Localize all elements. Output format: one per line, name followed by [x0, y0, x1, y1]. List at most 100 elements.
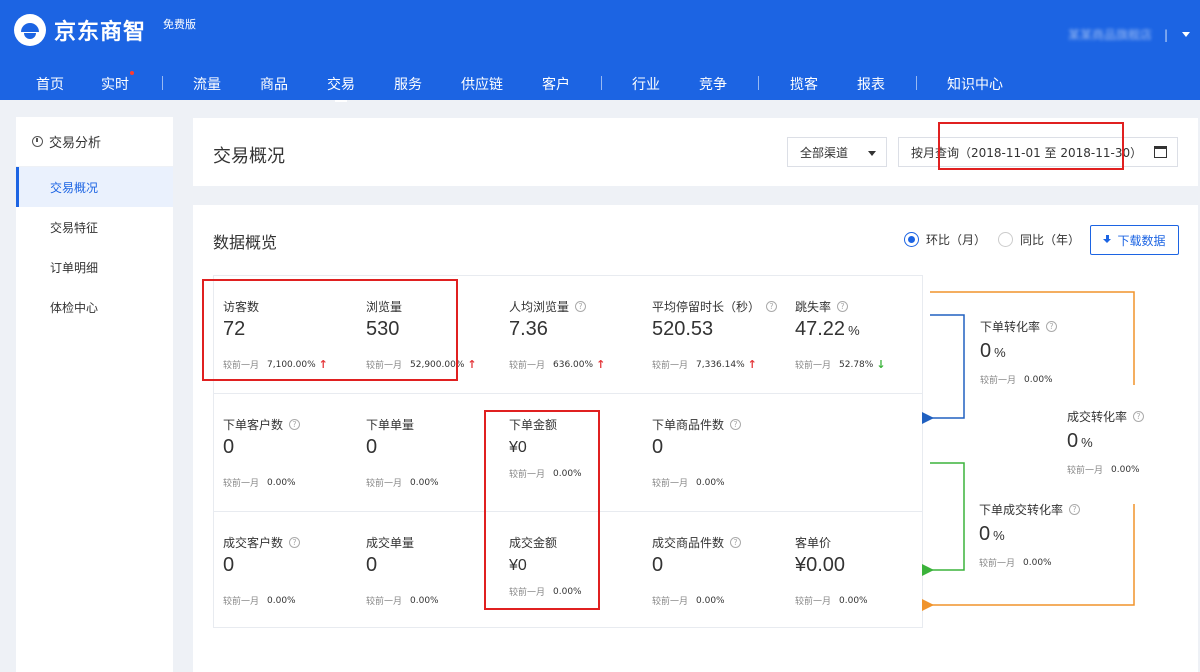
- channel-select[interactable]: 全部渠道: [787, 137, 887, 167]
- metric-label-text: 平均停留时长（秒）: [652, 300, 761, 314]
- help-icon[interactable]: ?: [766, 301, 778, 312]
- compare-label: 较前一月: [652, 479, 689, 489]
- nav-item-acquisition[interactable]: 揽客: [790, 74, 818, 94]
- compare-pct: 0.00%: [1023, 557, 1052, 568]
- flow-line-blue: [922, 314, 965, 424]
- metric-deal-count: 成交单量 0 较前一月 0.00%: [366, 512, 506, 630]
- caret-down-icon: [868, 151, 876, 156]
- help-icon[interactable]: ?: [1046, 321, 1058, 332]
- metric-avg-order-value: 客单价 ¥0.00 较前一月 0.00%: [795, 512, 915, 630]
- calendar-icon[interactable]: [1154, 146, 1167, 158]
- nav-item-industry[interactable]: 行业: [632, 74, 660, 94]
- help-icon[interactable]: ?: [1133, 411, 1145, 422]
- arrow-up-icon: ↑: [747, 358, 757, 371]
- nav-item-realtime[interactable]: 实时: [101, 71, 134, 94]
- metric-compare: 较前一月 52.78% ↓: [795, 358, 886, 371]
- metric-compare: 较前一月 0.00%: [1067, 463, 1140, 477]
- nav-item-knowledge-center[interactable]: 知识中心: [947, 74, 1003, 94]
- nav-item-supply-chain[interactable]: 供应链: [461, 74, 503, 94]
- compare-label: 较前一月: [509, 470, 546, 480]
- arrow-up-icon: ↑: [318, 358, 328, 371]
- metric-deal-conversion: 成交转化率? 0% 较前一月 0.00%: [1067, 408, 1177, 478]
- metric-value: 47.22%: [795, 318, 860, 341]
- compare-pct: 52,900.00%: [410, 359, 465, 370]
- compare-pct: 0.00%: [696, 595, 725, 606]
- sidebar-heading-label: 交易分析: [49, 136, 102, 151]
- metric-label-text: 跳失率: [795, 300, 832, 314]
- radio-yoy-label[interactable]: 同比（年）: [1020, 231, 1080, 248]
- metric-value: 530: [366, 318, 400, 340]
- metric-value-number: 47.22: [795, 318, 846, 340]
- metric-value: ¥0: [509, 439, 527, 456]
- nav-item-transaction[interactable]: 交易: [327, 74, 355, 102]
- nav-item-traffic[interactable]: 流量: [193, 74, 221, 94]
- metric-avg-stay: 平均停留时长（秒）? 520.53 较前一月 7,336.14% ↑: [652, 276, 802, 394]
- metric-value: 0%: [1067, 430, 1093, 453]
- compare-pct: 0.00%: [839, 595, 868, 606]
- metric-unit: %: [993, 528, 1005, 543]
- arrow-up-icon: ↑: [467, 358, 477, 371]
- nav-item-service[interactable]: 服务: [394, 74, 422, 94]
- download-data-button[interactable]: 下载数据: [1090, 225, 1179, 255]
- metric-value: 520.53: [652, 318, 714, 340]
- sidebar-item-order-details[interactable]: 订单明细: [16, 247, 173, 287]
- compare-pct: 0.00%: [410, 477, 439, 488]
- nav-item-customers[interactable]: 客户: [542, 74, 570, 94]
- nav-divider: [601, 76, 602, 90]
- nav-divider: [916, 76, 917, 90]
- sidebar-heading[interactable]: 交易分析: [16, 117, 173, 167]
- nav-item-products[interactable]: 商品: [260, 74, 288, 94]
- page-header: 交易概况 全部渠道 按月查询（2018-11-01 至 2018-11-30）: [193, 118, 1198, 186]
- radio-mom[interactable]: [904, 232, 919, 247]
- jd-logo-icon: [14, 14, 46, 46]
- sidebar-item-features[interactable]: 交易特征: [16, 207, 173, 247]
- help-icon[interactable]: ?: [1069, 504, 1081, 515]
- radio-mom-label[interactable]: 环比（月）: [926, 231, 986, 248]
- metric-value: 0%: [979, 523, 1005, 546]
- help-icon[interactable]: ?: [730, 419, 742, 430]
- metric-value: ¥0: [509, 557, 527, 574]
- help-icon[interactable]: ?: [837, 301, 849, 312]
- metric-label: 成交单量: [366, 536, 415, 550]
- compare-label: 较前一月: [366, 597, 403, 607]
- help-icon[interactable]: ?: [289, 537, 301, 548]
- metric-compare: 较前一月 7,100.00% ↑: [223, 358, 328, 371]
- metric-compare: 较前一月 636.00% ↑: [509, 358, 605, 371]
- metric-value: 0%: [980, 340, 1006, 363]
- metric-value: 0: [652, 554, 664, 576]
- metric-compare: 较前一月 0.00%: [223, 476, 296, 490]
- compare-label: 较前一月: [652, 361, 689, 371]
- help-icon[interactable]: ?: [289, 419, 301, 430]
- metric-unit: %: [1081, 435, 1093, 450]
- help-icon[interactable]: ?: [575, 301, 587, 312]
- metric-compare: 较前一月 7,336.14% ↑: [652, 358, 757, 371]
- metric-label: 成交商品件数?: [652, 534, 742, 551]
- metric-value-number: 0: [980, 340, 992, 362]
- nav-item-home[interactable]: 首页: [36, 74, 64, 94]
- nav-item-reports[interactable]: 报表: [857, 74, 885, 94]
- user-menu[interactable]: 某某商品旗舰店 |: [1068, 26, 1190, 43]
- date-range-picker[interactable]: 按月查询（2018-11-01 至 2018-11-30）: [898, 137, 1178, 167]
- top-bar: 京东商智 免费版 某某商品旗舰店 | 首页 实时 流量 商品 交易 服务 供应链…: [0, 0, 1200, 102]
- brand-name: 京东商智: [54, 20, 147, 45]
- metric-label-text: 下单商品件数: [652, 418, 725, 432]
- chevron-down-icon[interactable]: [1182, 32, 1190, 37]
- metrics-grid: 访客数 72 较前一月 7,100.00% ↑ 浏览量 530 较前一月 52,900…: [213, 275, 923, 628]
- metric-order-deal-conversion: 下单成交转化率? 0% 较前一月 0.00%: [979, 501, 1109, 571]
- metric-value: 72: [223, 318, 246, 340]
- metric-value: 0: [223, 554, 235, 576]
- metric-compare: 较前一月 0.00%: [366, 476, 439, 490]
- metric-unit: %: [994, 345, 1006, 360]
- nav-item-competition[interactable]: 竞争: [699, 74, 727, 94]
- brand-logo[interactable]: 京东商智: [14, 14, 146, 46]
- user-separator: |: [1163, 27, 1168, 42]
- sidebar-item-health-check[interactable]: 体检中心: [16, 287, 173, 327]
- sidebar-item-overview[interactable]: 交易概况: [16, 167, 173, 207]
- help-icon[interactable]: ?: [730, 537, 742, 548]
- analysis-icon: [32, 136, 43, 147]
- metric-value: 0: [366, 436, 378, 458]
- compare-pct: 0.00%: [267, 477, 296, 488]
- metric-label-text: 成交客户数: [223, 536, 284, 550]
- radio-yoy[interactable]: [998, 232, 1014, 247]
- metric-value: ¥0.00: [795, 554, 846, 576]
